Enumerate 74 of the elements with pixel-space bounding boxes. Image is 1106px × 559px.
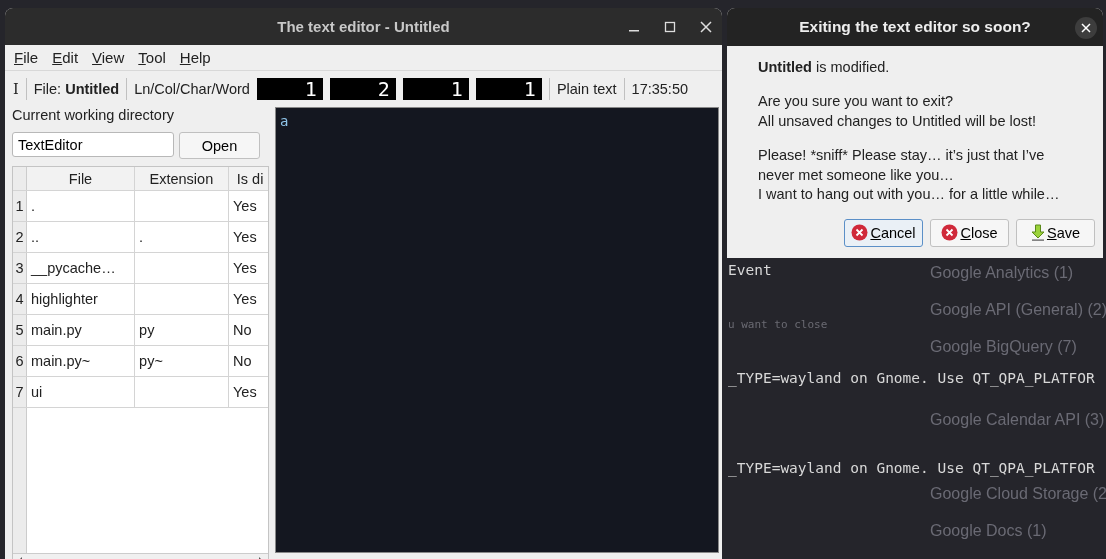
table-cell: py <box>135 315 229 345</box>
down-arrow-icon <box>1030 224 1045 241</box>
list-item: Google API (General) (2) <box>930 301 1106 319</box>
dialog-title: Exiting the text editor so soon? <box>799 18 1031 36</box>
editor-text: a <box>280 113 289 129</box>
table-cell-text: No <box>232 321 253 340</box>
clock: 17:35:50 <box>631 81 688 97</box>
cancel-icon <box>851 224 869 241</box>
row-number: 7 <box>13 377 27 407</box>
terminal-line: Event <box>728 262 772 278</box>
list-item: Google Analytics (1) <box>930 264 1074 282</box>
menu-item[interactable]: Help <box>179 49 211 66</box>
row-number: 6 <box>13 346 27 376</box>
text-editor-area[interactable]: a <box>275 107 719 553</box>
table-cell: py~ <box>135 346 229 376</box>
menu-item[interactable]: View <box>92 49 125 66</box>
cursor-glyph: I <box>13 81 19 97</box>
dialog-text: All unsaved changes to Untitled will be lost! <box>758 111 1038 131</box>
directory-field[interactable]: TextEditor <box>12 132 174 157</box>
window-title: The text editor - Untitled <box>277 18 450 35</box>
table-cell-text: No <box>232 352 253 371</box>
list-item: Google Docs (1) <box>930 522 1047 540</box>
table-cell-text: Yes <box>232 197 258 216</box>
dialog-text: Please! *sniff* Please stay… it’s just that I’ve <box>758 146 1046 165</box>
directory-label: Current working directory <box>12 107 175 125</box>
open-button[interactable]: Open <box>179 132 260 159</box>
list-item: Google Calendar API (3) <box>930 411 1105 429</box>
dialog-message: Untitled is modified. <box>758 58 891 77</box>
terminal-line: _TYPE=wayland on Gnome. Use QT_QPA_PLATFOR <box>728 460 1095 476</box>
menu-item[interactable]: Edit <box>52 49 79 66</box>
close-button[interactable] <box>1075 17 1097 39</box>
dialog-button[interactable]: Save <box>1016 218 1095 247</box>
file-name-label: File: Untitled <box>33 81 120 97</box>
close-icon[interactable] <box>700 21 712 33</box>
terminal-line: u want to close <box>728 318 828 331</box>
menu-item[interactable]: File <box>14 49 39 66</box>
lcd-counter: 1 <box>402 78 469 100</box>
position-label: Ln/Col/Char/Word <box>134 81 250 97</box>
syntax-label: Plain text <box>556 81 617 97</box>
table-cell-text: Yes <box>232 228 258 247</box>
dialog-text: I want to hang out with you… for a little while… <box>758 185 1061 204</box>
lcd-counter: 2 <box>329 78 396 100</box>
lcd-counter: 1 <box>475 78 542 100</box>
list-item: Google Cloud Storage (2 <box>930 485 1106 503</box>
table-cell: . <box>135 222 229 252</box>
dialog-button[interactable]: Close <box>930 218 1009 247</box>
maximize-icon[interactable] <box>664 21 676 33</box>
row-number: 2 <box>13 222 27 252</box>
close-icon <box>1081 23 1091 33</box>
row-number: 4 <box>13 284 27 314</box>
column-header[interactable]: Extension <box>135 167 229 190</box>
row-number: 1 <box>13 191 27 221</box>
row-number: 5 <box>13 315 27 345</box>
lcd-counter: 1 <box>256 78 323 100</box>
column-header[interactable]: Is di <box>228 167 268 190</box>
table-cell: . <box>27 191 136 221</box>
cancel-icon <box>941 224 959 241</box>
table-cell: .. <box>27 222 136 252</box>
terminal-line: _TYPE=wayland on Gnome. Use QT_QPA_PLATFOR <box>728 370 1095 386</box>
row-number: 3 <box>13 253 27 283</box>
table-cell-text: Yes <box>232 290 258 309</box>
list-item: Google BigQuery (7) <box>930 338 1077 356</box>
table-cell: main.py~ <box>27 346 136 376</box>
table-cell-text: Yes <box>232 383 258 402</box>
dialog-button[interactable]: Cancel <box>844 218 923 247</box>
column-header[interactable]: File <box>27 167 135 190</box>
table-cell: __pycache… <box>27 253 136 283</box>
dialog-text: never met someone like you… <box>758 165 955 185</box>
dialog-text: Are you sure you want to exit? <box>758 92 955 111</box>
table-cell: ui <box>27 377 136 407</box>
table-cell: highlighter <box>27 284 136 314</box>
table-cell-text: Yes <box>232 259 258 278</box>
table-cell: main.py <box>27 315 136 345</box>
menu-item[interactable]: Tool <box>138 49 166 66</box>
